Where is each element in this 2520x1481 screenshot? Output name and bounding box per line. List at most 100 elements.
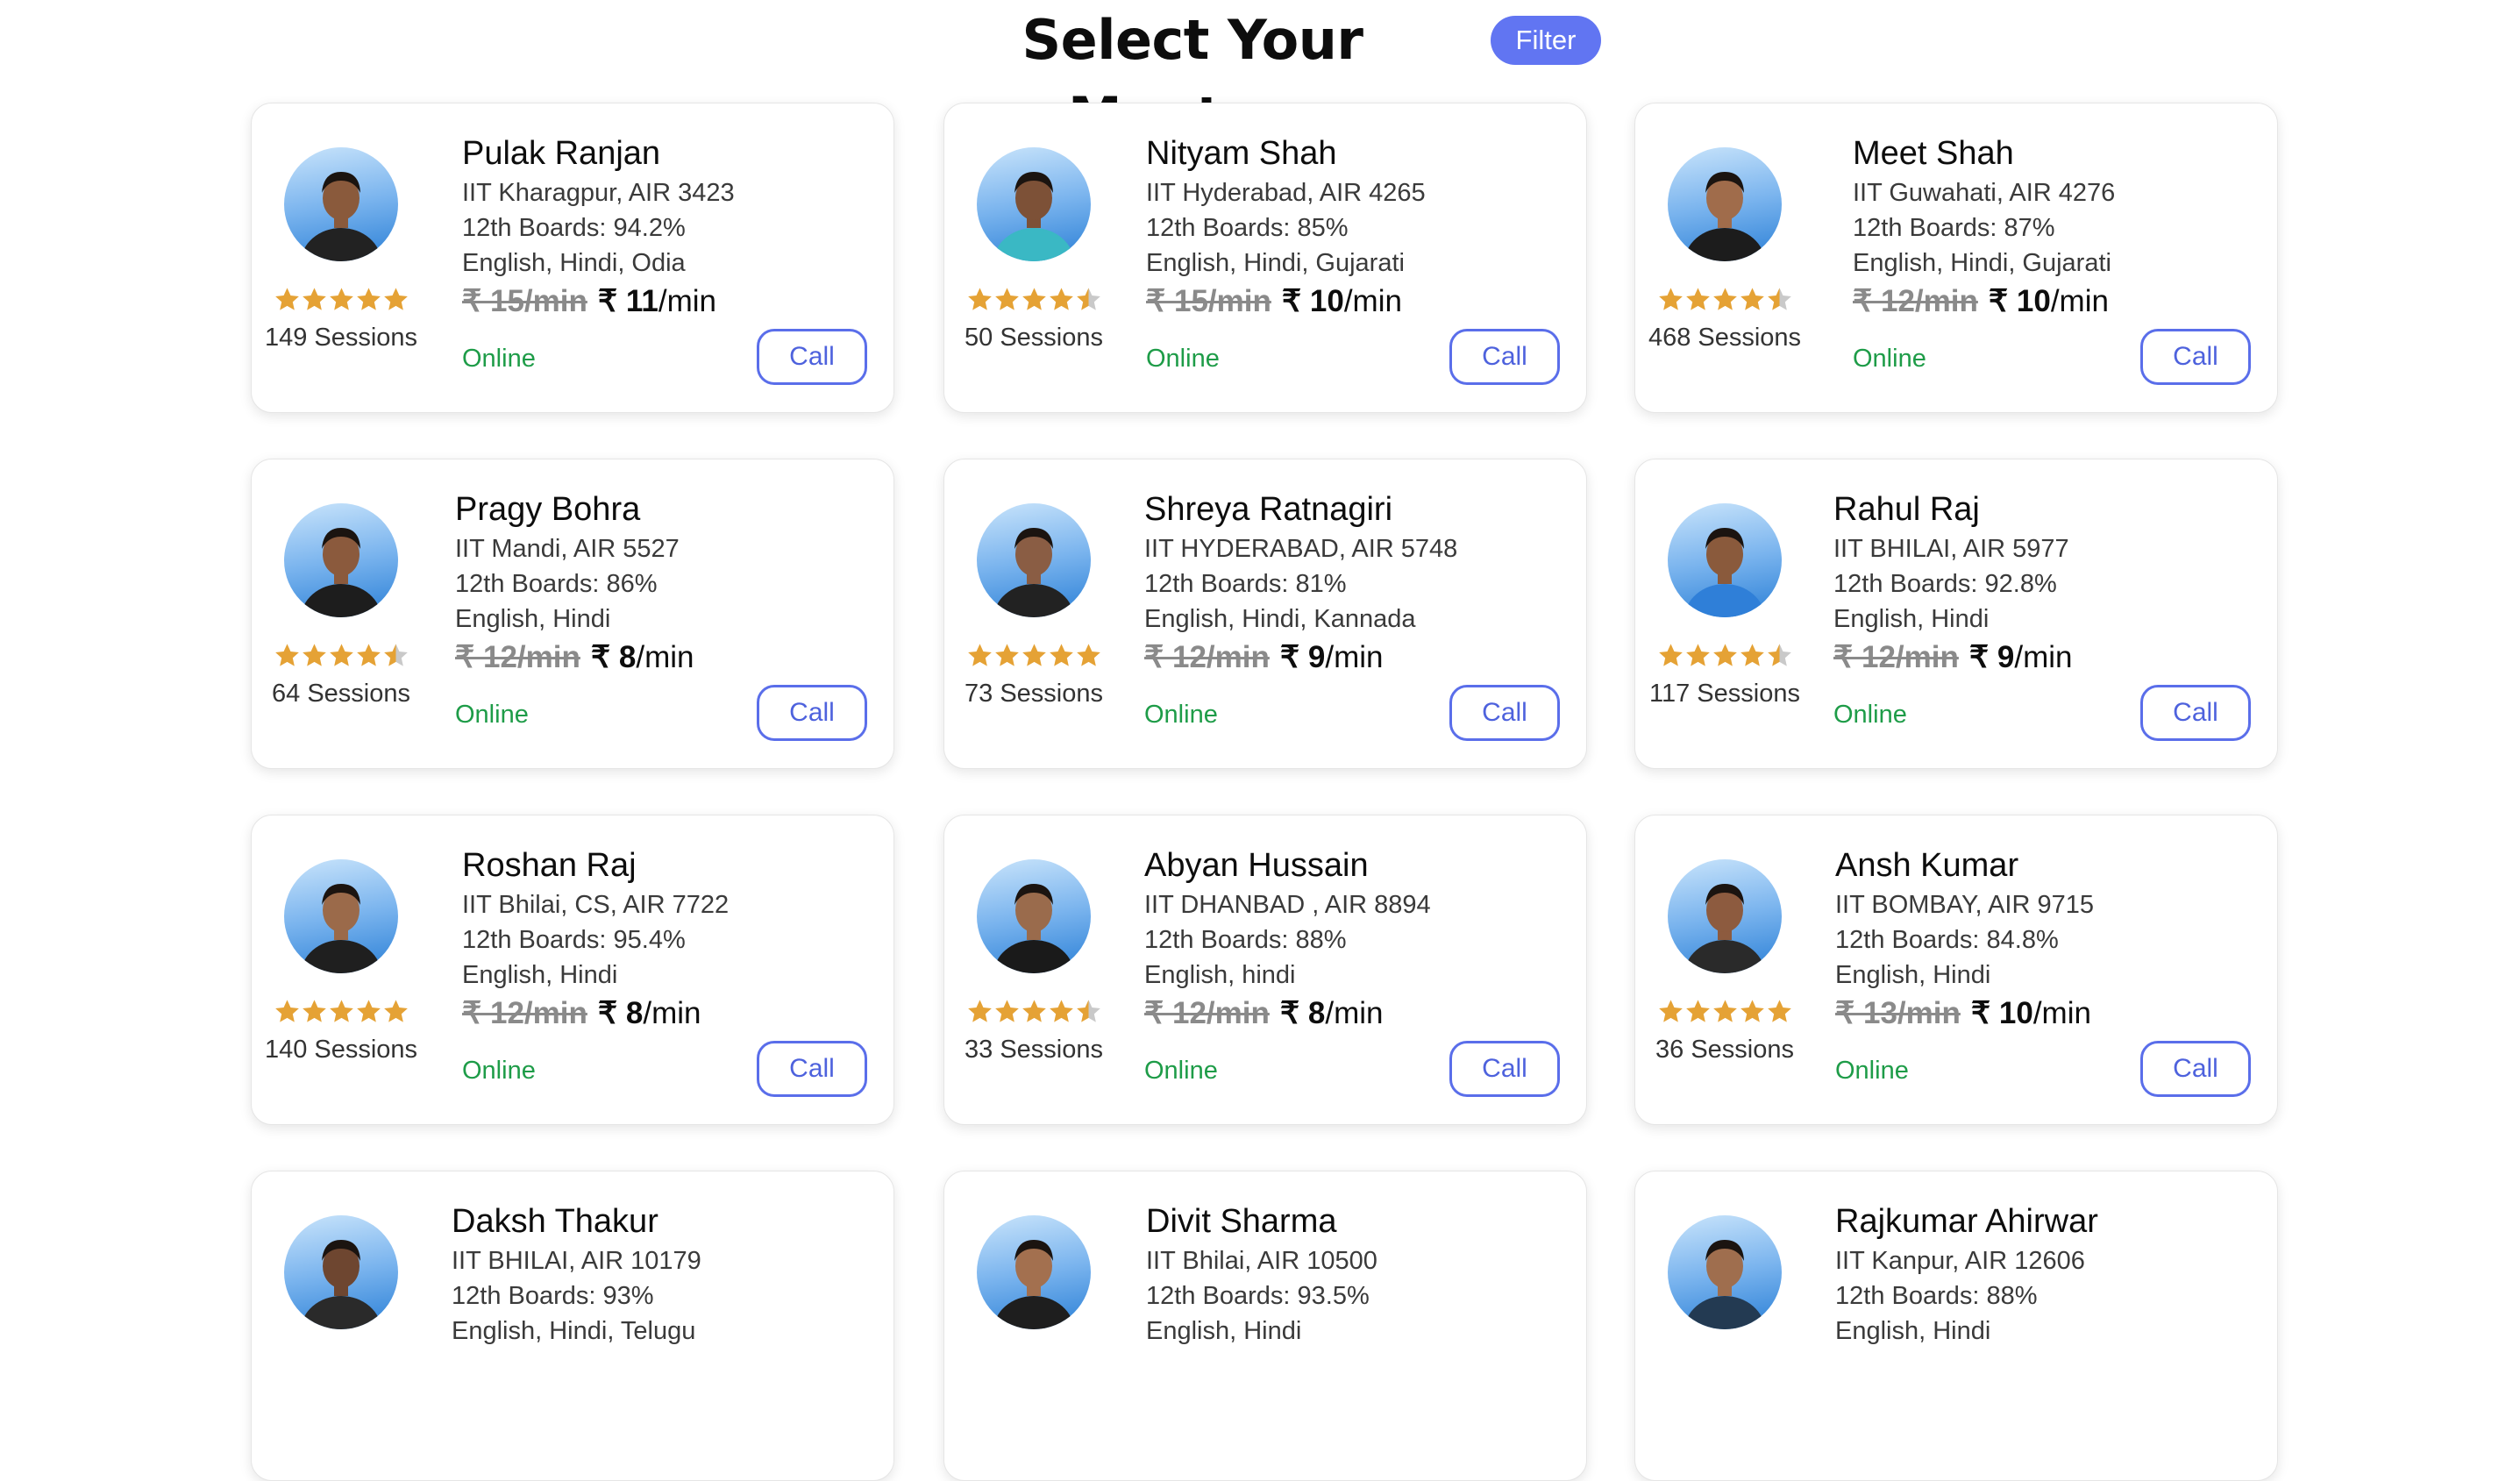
star-full-icon	[1684, 286, 1712, 313]
mentor-left-column: 140 Sessions	[264, 859, 418, 1064]
mentor-left-column	[1648, 1215, 1802, 1329]
star-full-icon	[966, 642, 993, 669]
call-button[interactable]: Call	[2140, 329, 2251, 385]
call-button[interactable]: Call	[1449, 329, 1560, 385]
star-full-icon	[1048, 286, 1075, 313]
mentor-info: Rahul Raj IIT BHILAI, AIR 5977 12th Boards…	[1833, 488, 2237, 679]
mentor-card: 468 Sessions Meet Shah IIT Guwahati, AIR 4…	[1634, 103, 2278, 413]
rating-stars	[274, 998, 409, 1025]
star-full-icon	[328, 998, 355, 1025]
star-half-icon	[1075, 998, 1102, 1025]
mentor-languages: English, Hindi, Gujarati	[1146, 249, 1405, 277]
mentor-boards: 12th Boards: 93.5%	[1146, 1282, 1370, 1310]
call-button[interactable]: Call	[1449, 685, 1560, 741]
avatar	[977, 147, 1091, 261]
star-half-icon	[382, 642, 409, 669]
mentor-price: ₹ 15/min ₹ 10/min	[1146, 281, 1549, 323]
discounted-price: ₹ 11	[597, 284, 658, 318]
mentor-college: IIT BHILAI, AIR 10179	[452, 1247, 701, 1275]
rating-stars	[966, 286, 1102, 313]
call-button[interactable]: Call	[2140, 685, 2251, 741]
star-full-icon	[1712, 998, 1739, 1025]
call-button[interactable]: Call	[757, 329, 867, 385]
price-unit: /min	[2032, 996, 2091, 1030]
online-status: Online	[455, 701, 529, 729]
mentor-languages: English, Hindi	[1833, 605, 1990, 633]
mentor-college: IIT Hyderabad, AIR 4265	[1146, 179, 1426, 207]
mentor-college: IIT Bhilai, AIR 10500	[1146, 1247, 1377, 1275]
avatar	[977, 503, 1091, 617]
mentor-left-column: 33 Sessions	[957, 859, 1111, 1064]
price-unit: /min	[1325, 996, 1384, 1030]
mentor-price: ₹ 12/min ₹ 9/min	[1833, 637, 2237, 679]
mentor-name: Shreya Ratnagiri	[1144, 491, 1393, 528]
mentor-college: IIT Mandi, AIR 5527	[455, 535, 680, 563]
star-full-icon	[1739, 286, 1766, 313]
session-count: 117 Sessions	[1649, 680, 1800, 708]
mentor-info: Roshan Raj IIT Bhilai, CS, AIR 7722 12th B…	[462, 844, 865, 1035]
star-full-icon	[1021, 286, 1048, 313]
star-full-icon	[355, 642, 382, 669]
mentor-card: 36 Sessions Ansh Kumar IIT BOMBAY, AIR 971…	[1634, 815, 2278, 1125]
avatar	[1668, 147, 1782, 261]
call-button[interactable]: Call	[1449, 1041, 1560, 1097]
mentor-languages: English, Hindi	[462, 961, 618, 989]
mentor-left-column: 149 Sessions	[264, 147, 418, 352]
session-count: 468 Sessions	[1648, 324, 1802, 352]
rating-stars	[1657, 642, 1793, 669]
star-full-icon	[328, 642, 355, 669]
mentor-languages: English, Hindi, Gujarati	[1853, 249, 2111, 277]
price-unit: /min	[636, 640, 694, 674]
mentor-boards: 12th Boards: 87%	[1853, 214, 2055, 242]
online-status: Online	[1144, 1057, 1218, 1085]
star-half-icon	[1766, 286, 1793, 313]
mentor-price: ₹ 12/min ₹ 10/min	[1853, 281, 2256, 323]
price-unit: /min	[658, 284, 716, 318]
mentor-languages: English, Hindi, Kannada	[1144, 605, 1416, 633]
mentor-boards: 12th Boards: 94.2%	[462, 214, 686, 242]
star-full-icon	[274, 286, 301, 313]
mentor-name: Rahul Raj	[1833, 491, 1980, 528]
mentor-card: Daksh Thakur IIT BHILAI, AIR 10179 12th Bo…	[251, 1171, 894, 1481]
call-button[interactable]: Call	[2140, 1041, 2251, 1097]
price-unit: /min	[2050, 284, 2109, 318]
mentor-info: Pragy Bohra IIT Mandi, AIR 5527 12th Board…	[455, 488, 858, 679]
call-button[interactable]: Call	[757, 1041, 867, 1097]
mentor-languages: English, Hindi	[455, 605, 611, 633]
avatar	[977, 859, 1091, 973]
mentor-boards: 12th Boards: 85%	[1146, 214, 1349, 242]
mentor-college: IIT BOMBAY, AIR 9715	[1835, 891, 2094, 919]
star-full-icon	[1739, 642, 1766, 669]
call-button[interactable]: Call	[757, 685, 867, 741]
mentor-name: Meet Shah	[1853, 135, 2014, 172]
discounted-price: ₹ 10	[1970, 996, 2033, 1030]
mentor-info: Daksh Thakur IIT BHILAI, AIR 10179 12th Bo…	[452, 1200, 855, 1349]
online-status: Online	[1833, 701, 1907, 729]
mentor-college: IIT BHILAI, AIR 5977	[1833, 535, 2069, 563]
mentor-left-column: 117 Sessions	[1648, 503, 1802, 708]
mentor-price: ₹ 12/min ₹ 8/min	[462, 993, 865, 1035]
star-full-icon	[382, 998, 409, 1025]
mentor-college: IIT HYDERABAD, AIR 5748	[1144, 535, 1458, 563]
mentor-card: Rajkumar Ahirwar IIT Kanpur, AIR 12606 12t…	[1634, 1171, 2278, 1481]
price-unit: /min	[643, 996, 701, 1030]
mentor-grid: 149 Sessions Pulak Ranjan IIT Kharagpur, A…	[0, 0, 2520, 1481]
original-price: ₹ 12/min	[1853, 284, 1978, 318]
mentor-boards: 12th Boards: 84.8%	[1835, 926, 2059, 954]
original-price: ₹ 15/min	[462, 284, 587, 318]
original-price: ₹ 12/min	[455, 640, 580, 674]
mentor-languages: English, hindi	[1144, 961, 1296, 989]
star-full-icon	[1657, 642, 1684, 669]
discounted-price: ₹ 8	[590, 640, 637, 674]
mentor-boards: 12th Boards: 92.8%	[1833, 570, 2057, 598]
rating-stars	[274, 642, 409, 669]
mentor-boards: 12th Boards: 88%	[1835, 1282, 2038, 1310]
star-full-icon	[1021, 998, 1048, 1025]
mentor-info: Pulak Ranjan IIT Kharagpur, AIR 3423 12th …	[462, 132, 865, 323]
mentor-left-column: 36 Sessions	[1648, 859, 1802, 1064]
star-full-icon	[1657, 998, 1684, 1025]
discounted-price: ₹ 10	[1988, 284, 2051, 318]
mentor-name: Roshan Raj	[462, 847, 637, 884]
discounted-price: ₹ 9	[1279, 640, 1326, 674]
mentor-college: IIT Guwahati, AIR 4276	[1853, 179, 2116, 207]
